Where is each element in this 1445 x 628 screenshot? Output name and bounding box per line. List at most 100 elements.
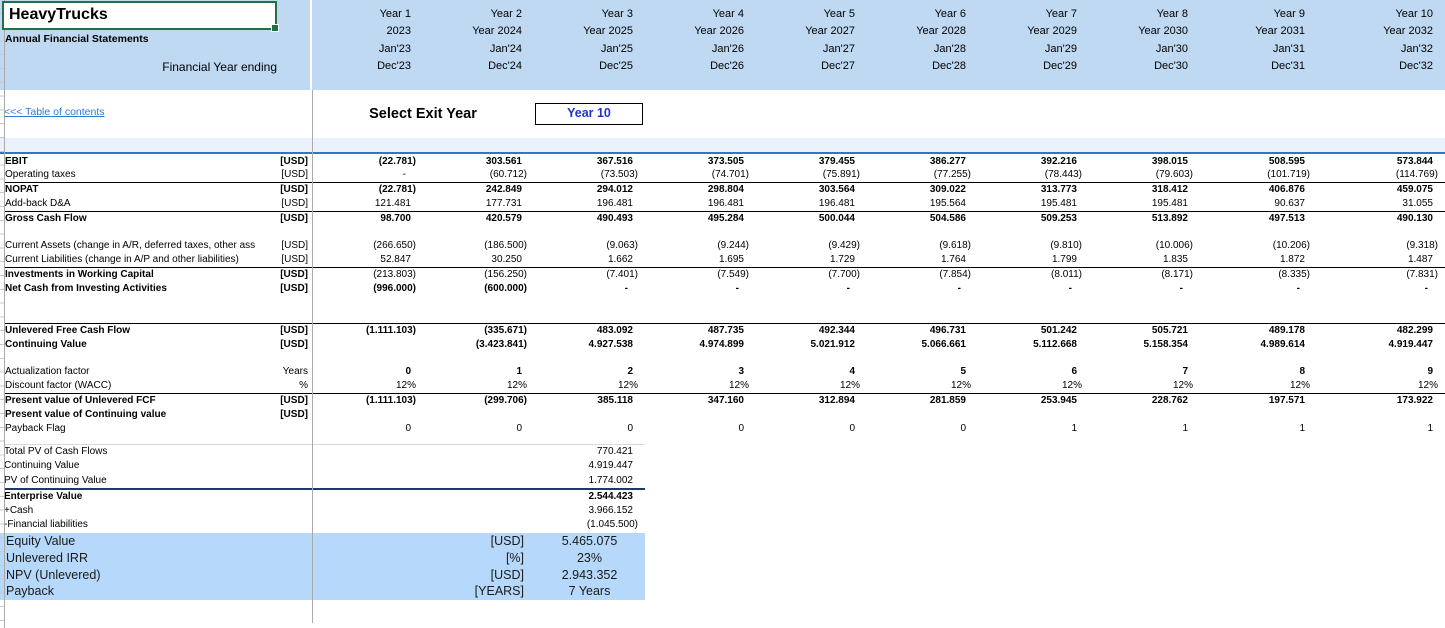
cell[interactable]: 12% xyxy=(1200,379,1317,393)
cell[interactable] xyxy=(1089,225,1200,239)
cell[interactable]: (8.011) xyxy=(978,268,1089,282)
cell[interactable]: (9.618) xyxy=(867,239,978,253)
year-column-header[interactable]: Year 3Year 2025Jan'25Dec'25 xyxy=(534,6,645,76)
cell[interactable]: - xyxy=(756,282,867,296)
row-unit[interactable] xyxy=(277,352,312,366)
cell[interactable]: 513.892 xyxy=(1089,212,1200,226)
cell[interactable]: 1 xyxy=(978,422,1089,436)
cell[interactable] xyxy=(756,352,867,366)
cell[interactable]: (79.603) xyxy=(1089,168,1200,182)
cell[interactable]: 197.571 xyxy=(1200,394,1317,408)
year-column-header[interactable]: Year 9Year 2031Jan'31Dec'31 xyxy=(1200,6,1317,76)
row-label-net-cash-from-investing-activities[interactable]: Net Cash from Investing Activities xyxy=(4,282,277,296)
cell[interactable]: 504.586 xyxy=(867,212,978,226)
row-label-unlevered-free-cash-flow[interactable]: Unlevered Free Cash Flow xyxy=(4,324,277,338)
row-label-nopat[interactable]: NOPAT xyxy=(4,183,277,197)
cell[interactable]: (9.810) xyxy=(978,239,1089,253)
cell[interactable]: 367.516 xyxy=(534,155,645,169)
cell[interactable]: 4 xyxy=(756,365,867,379)
cell[interactable] xyxy=(534,352,645,366)
cell[interactable]: 0 xyxy=(867,422,978,436)
cell[interactable]: 9 xyxy=(1317,365,1445,379)
cell[interactable]: (22.781) xyxy=(312,155,423,169)
cell[interactable]: 483.092 xyxy=(534,324,645,338)
cell[interactable]: - xyxy=(1200,282,1317,296)
cell[interactable]: 509.253 xyxy=(978,212,1089,226)
cell[interactable]: 12% xyxy=(423,379,534,393)
cell[interactable] xyxy=(1317,309,1445,323)
cell[interactable]: (7.549) xyxy=(645,268,756,282)
cell-fill-handle[interactable] xyxy=(271,24,279,32)
cell[interactable]: (73.503) xyxy=(534,168,645,182)
cell[interactable]: 573.844 xyxy=(1317,155,1445,169)
valuation-label[interactable]: +Cash xyxy=(4,504,534,518)
cell[interactable]: 505.721 xyxy=(1089,324,1200,338)
cell[interactable]: 196.481 xyxy=(645,197,756,211)
summary-value[interactable]: 7 Years xyxy=(534,583,645,600)
cell[interactable]: 1 xyxy=(1317,422,1445,436)
cell[interactable]: 196.481 xyxy=(756,197,867,211)
cell[interactable]: 98.700 xyxy=(312,212,423,226)
year-column-header[interactable]: Year 8Year 2030Jan'30Dec'30 xyxy=(1089,6,1200,76)
cell[interactable]: 386.277 xyxy=(867,155,978,169)
row-unit[interactable] xyxy=(277,295,312,309)
cell[interactable]: 196.481 xyxy=(534,197,645,211)
table-of-contents-link[interactable]: <<< Table of contents xyxy=(4,106,105,118)
cell[interactable]: 195.564 xyxy=(867,197,978,211)
cell[interactable]: 313.773 xyxy=(978,183,1089,197)
cell[interactable] xyxy=(312,408,423,422)
row-label-discount-factor-wacc[interactable]: Discount factor (WACC) xyxy=(4,379,277,393)
cell[interactable]: 459.075 xyxy=(1317,183,1445,197)
cell[interactable]: 379.455 xyxy=(756,155,867,169)
cell[interactable]: 8 xyxy=(1200,365,1317,379)
cell[interactable]: 406.876 xyxy=(1200,183,1317,197)
cell[interactable]: 0 xyxy=(645,422,756,436)
row-unit[interactable]: [USD] xyxy=(277,155,312,169)
row-unit[interactable]: [USD] xyxy=(277,239,312,253)
cell[interactable]: 487.735 xyxy=(645,324,756,338)
cell[interactable]: 1.835 xyxy=(1089,253,1200,267)
cell[interactable]: 0 xyxy=(534,422,645,436)
valuation-value[interactable]: 4.919.447 xyxy=(534,459,645,473)
valuation-label[interactable]: Enterprise Value xyxy=(4,490,534,504)
row-unit[interactable]: [USD] xyxy=(277,338,312,352)
cell[interactable]: 242.849 xyxy=(423,183,534,197)
valuation-value[interactable]: 770.421 xyxy=(534,445,645,459)
summary-unit[interactable]: [%] xyxy=(423,550,534,567)
row-unit[interactable]: [USD] xyxy=(277,183,312,197)
row-label-investments-in-working-capital[interactable]: Investments in Working Capital xyxy=(4,268,277,282)
cell[interactable] xyxy=(534,295,645,309)
cell[interactable] xyxy=(1200,352,1317,366)
cell[interactable] xyxy=(645,309,756,323)
summary-unit[interactable]: [USD] xyxy=(423,533,534,550)
row-unit[interactable]: [USD] xyxy=(277,282,312,296)
cell[interactable] xyxy=(867,352,978,366)
cell[interactable]: 12% xyxy=(756,379,867,393)
cell[interactable]: 5 xyxy=(867,365,978,379)
cell[interactable]: 4.974.899 xyxy=(645,338,756,352)
row-unit[interactable]: [USD] xyxy=(277,197,312,211)
cell[interactable] xyxy=(645,408,756,422)
row-label-blank[interactable] xyxy=(4,352,277,366)
valuation-label[interactable]: Continuing Value xyxy=(4,459,534,473)
cell[interactable]: 294.012 xyxy=(534,183,645,197)
cell[interactable] xyxy=(312,352,423,366)
cell[interactable]: 1.799 xyxy=(978,253,1089,267)
cell[interactable]: (114.769) xyxy=(1317,168,1445,182)
cell[interactable]: 373.505 xyxy=(645,155,756,169)
cell[interactable] xyxy=(978,295,1089,309)
cell[interactable]: 1.487 xyxy=(1317,253,1445,267)
cell[interactable]: (299.706) xyxy=(423,394,534,408)
cell[interactable]: (3.423.841) xyxy=(423,338,534,352)
cell[interactable] xyxy=(1089,309,1200,323)
cell[interactable]: (22.781) xyxy=(312,183,423,197)
valuation-label[interactable]: PV of Continuing Value xyxy=(4,474,534,488)
summary-unit[interactable]: [USD] xyxy=(423,567,534,584)
cell[interactable]: (8.171) xyxy=(1089,268,1200,282)
cell[interactable] xyxy=(645,352,756,366)
cell[interactable] xyxy=(312,225,423,239)
cell[interactable] xyxy=(1200,225,1317,239)
cell[interactable]: (60.712) xyxy=(423,168,534,182)
summary-value[interactable]: 23% xyxy=(534,550,645,567)
cell[interactable]: 4.989.614 xyxy=(1200,338,1317,352)
